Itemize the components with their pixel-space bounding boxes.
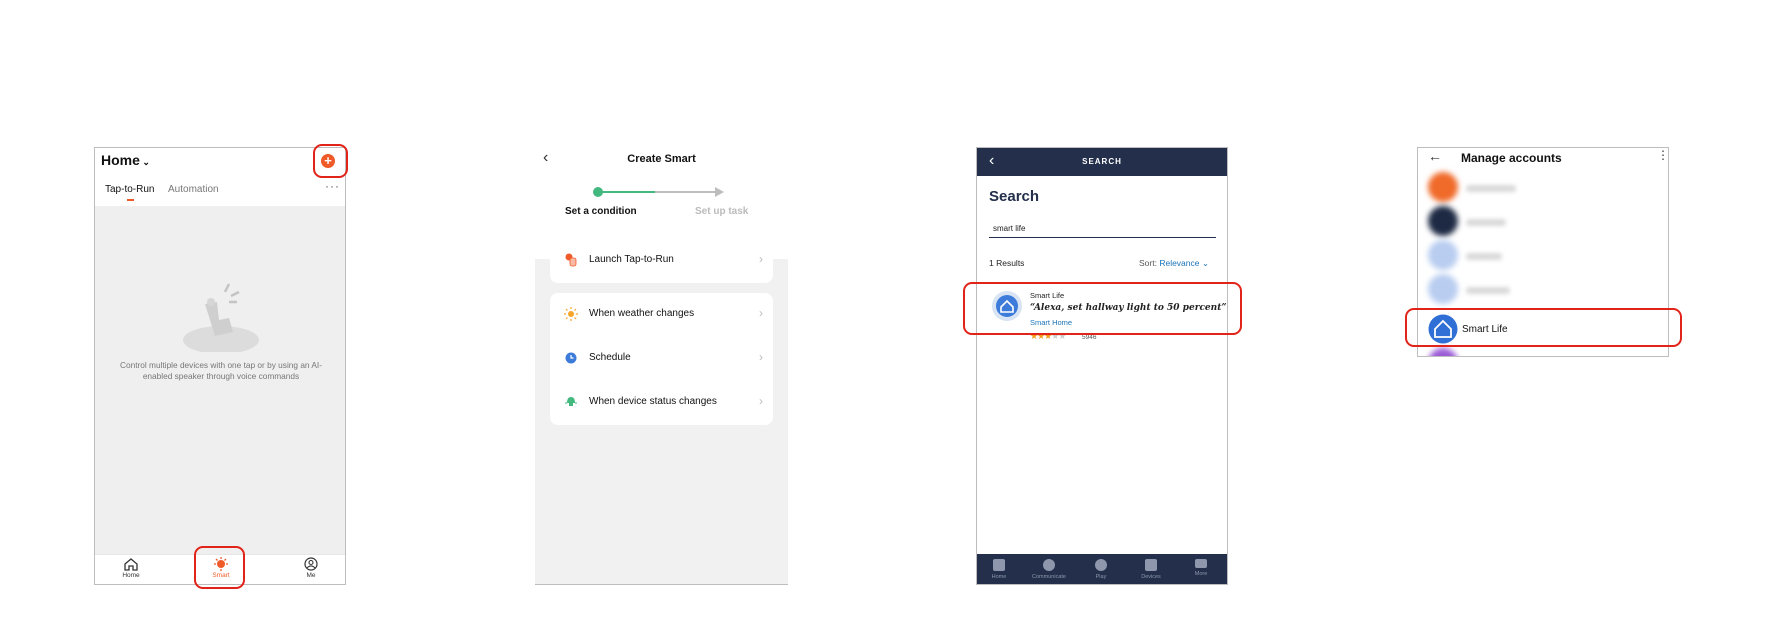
sort-dropdown[interactable]: Sort: Relevance ⌄ <box>1139 258 1209 269</box>
nav-home[interactable]: Home <box>111 557 151 579</box>
nav-play[interactable]: Play <box>1081 557 1121 580</box>
result-count: 1 Results <box>989 258 1025 268</box>
step-set-condition: Set a condition <box>565 206 637 217</box>
blurred-account-avatar <box>1428 172 1458 202</box>
device-icon <box>565 397 577 406</box>
profile-icon <box>304 557 318 571</box>
option-card-conditions: When weather changes › Schedule › When d… <box>550 293 773 425</box>
option-device-status[interactable]: When device status changes › <box>550 381 773 425</box>
tap-illustration-icon <box>183 283 259 352</box>
nav-communicate[interactable]: Communicate <box>1029 557 1069 580</box>
chevron-right-icon: › <box>759 306 763 320</box>
highlight-skill-result <box>963 282 1242 335</box>
rating-count: 5946 <box>1082 334 1097 341</box>
blurred-account-label <box>1466 253 1502 260</box>
chevron-down-icon: ⌄ <box>139 157 150 167</box>
nav-devices[interactable]: Devices <box>1131 557 1171 580</box>
devices-icon <box>1145 559 1157 571</box>
search-input[interactable]: smart life <box>989 223 1216 238</box>
tab-tap-to-run[interactable]: Tap-to-Run <box>105 184 154 195</box>
empty-state-message: Control multiple devices with one tap or… <box>120 360 322 381</box>
highlight-smart-tab <box>194 546 245 589</box>
menu-icon <box>1195 559 1207 568</box>
smart-life-home-screen: Home ⌄ + Tap-to-Run Automation ··· Contr… <box>94 147 346 585</box>
top-bar: Home ⌄ + Tap-to-Run Automation ··· <box>95 148 345 206</box>
chevron-down-icon: ⌄ <box>1201 258 1209 268</box>
nav-me[interactable]: Me <box>291 557 331 579</box>
step-set-task: Set up task <box>695 206 749 217</box>
bar-title: SEARCH <box>1082 157 1122 166</box>
page-title: Search <box>989 188 1040 205</box>
nav-more[interactable]: More <box>1181 557 1221 577</box>
blurred-account-label <box>1466 287 1510 294</box>
blurred-account-avatar <box>1428 274 1458 304</box>
play-icon <box>1095 559 1107 571</box>
blurred-account-avatar <box>1428 240 1458 270</box>
create-smart-screen: ‹ Create Smart Set a condition Set up ta… <box>535 147 788 585</box>
clock-icon <box>565 352 577 364</box>
option-launch-tap-to-run[interactable]: Launch Tap-to-Run › <box>550 239 773 283</box>
sun-icon <box>564 307 578 321</box>
option-weather[interactable]: When weather changes › <box>550 293 773 337</box>
blurred-account-avatar <box>1428 206 1458 236</box>
bottom-nav: Home Communicate Play Devices More <box>977 554 1227 584</box>
back-arrow-icon[interactable]: ← <box>1428 148 1442 164</box>
blurred-account-label <box>1466 185 1516 192</box>
hand-tap-icon <box>565 253 577 267</box>
page-title: Manage accounts <box>1461 151 1562 165</box>
chevron-right-icon: › <box>759 394 763 408</box>
nav-home[interactable]: Home <box>979 557 1019 580</box>
alexa-skill-search-screen: ‹ SEARCH Search smart life 1 Results Sor… <box>976 147 1228 585</box>
chevron-right-icon: › <box>759 350 763 364</box>
step-progress <box>593 187 724 197</box>
highlight-add-button <box>313 144 348 178</box>
home-icon <box>124 558 138 571</box>
blurred-account-label <box>1466 219 1506 226</box>
chevron-right-icon: › <box>759 252 763 266</box>
more-icon[interactable]: ··· <box>325 179 340 193</box>
tab-automation[interactable]: Automation <box>168 184 219 195</box>
home-icon <box>993 559 1005 571</box>
option-schedule[interactable]: Schedule › <box>550 337 773 381</box>
highlight-smart-life-account <box>1405 308 1682 347</box>
overflow-menu-icon[interactable]: ⋮ <box>1657 148 1668 162</box>
home-dropdown[interactable]: Home ⌄ <box>101 152 150 168</box>
blurred-account-avatar <box>1428 348 1458 356</box>
chat-icon <box>1043 559 1055 571</box>
top-bar: ‹ SEARCH <box>977 148 1227 176</box>
active-tab-indicator <box>127 199 134 201</box>
page-title: Create Smart <box>627 153 696 165</box>
option-card-tap-to-run: Launch Tap-to-Run › <box>550 239 773 283</box>
